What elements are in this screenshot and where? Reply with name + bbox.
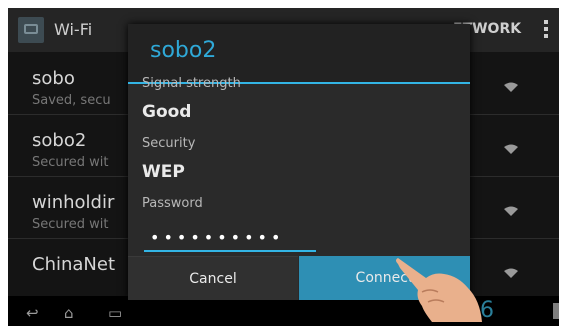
network-name: sobo2	[32, 130, 87, 151]
password-label: Password	[142, 196, 203, 211]
password-underline	[144, 250, 316, 252]
page-title: Wi-Fi	[54, 20, 93, 39]
wifi-settings-icon	[18, 17, 44, 43]
back-icon[interactable]: ↩	[26, 304, 39, 322]
cancel-button[interactable]: Cancel	[128, 256, 298, 300]
recent-apps-icon[interactable]: ▭	[108, 304, 122, 322]
network-name: winholdir	[32, 192, 115, 213]
dialog-header: sobo2	[128, 24, 470, 82]
password-field[interactable]	[144, 224, 316, 252]
signal-strength-value: Good	[142, 102, 192, 122]
network-status: Secured wit	[32, 217, 109, 232]
signal-strength-label: Signal strength	[142, 76, 241, 91]
overflow-menu-icon[interactable]	[544, 20, 548, 40]
battery-icon	[553, 303, 559, 319]
home-icon[interactable]: ⌂	[64, 304, 74, 322]
pointing-hand-icon	[396, 258, 482, 322]
network-name: sobo	[32, 68, 75, 89]
network-name: ChinaNet	[32, 254, 116, 275]
security-label: Security	[142, 136, 196, 151]
network-status: Secured wit	[32, 155, 109, 170]
network-status: Saved, secu	[32, 93, 111, 108]
wifi-signal-icon	[504, 144, 518, 154]
wifi-signal-icon	[504, 206, 518, 216]
wifi-signal-icon	[504, 268, 518, 278]
password-input[interactable]	[144, 224, 316, 250]
dialog-title: sobo2	[150, 38, 217, 63]
wifi-signal-icon	[504, 82, 518, 92]
security-value: WEP	[142, 162, 185, 182]
